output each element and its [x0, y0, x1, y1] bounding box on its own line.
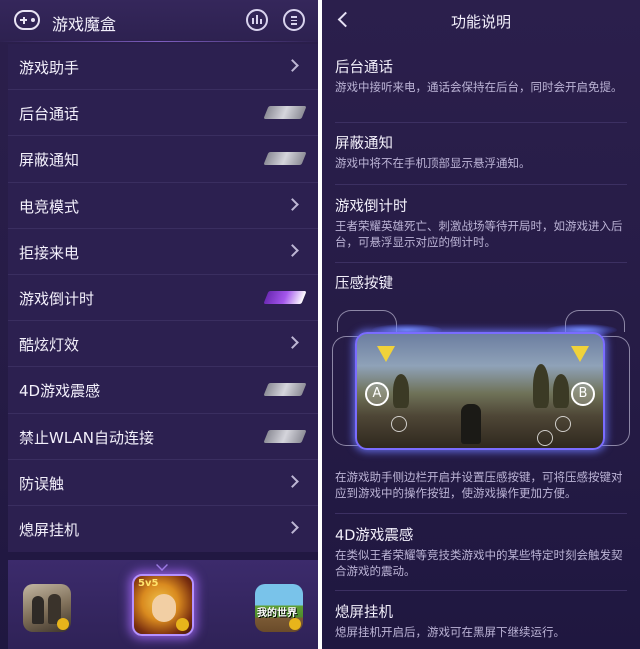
button-b-marker: B — [571, 382, 595, 406]
chevron-right-icon — [286, 336, 299, 349]
game-logo-text: 我的世界 — [257, 608, 297, 619]
section-description: 在类似王者荣耀等竞技类游戏中的某些特定时刻会触发契合游戏的震动。 — [335, 548, 623, 578]
menu-item-label: 防误触 — [19, 474, 65, 493]
chevron-right-icon — [286, 521, 299, 534]
game-dock: 5v5 我的世界 — [8, 560, 318, 649]
chevron-down-icon[interactable] — [153, 559, 173, 569]
document-icon[interactable] — [283, 9, 305, 31]
page-title: 游戏魔盒 — [52, 15, 117, 34]
soldier-figure — [461, 404, 481, 444]
chevron-right-icon — [286, 197, 299, 211]
section-screen-off-idle: 熄屏挂机 熄屏挂机开启后，游戏可在黑屏下继续运行。 — [335, 603, 627, 640]
section-description: 游戏中将不在手机顶部显示悬浮通知。 — [335, 156, 531, 170]
menu-item-block-notifications: 屏蔽通知 — [8, 136, 318, 183]
honor-of-kings-game-icon[interactable]: 5v5 — [132, 574, 194, 636]
menu-item-label: 游戏倒计时 — [19, 289, 95, 308]
section-description: 游戏中接听来电，通话会保持在后台，同时会开启免提。 — [335, 80, 623, 94]
section-title: 4D游戏震感 — [335, 528, 414, 544]
section-title: 压感按键 — [335, 276, 393, 292]
game-badge: 5v5 — [138, 578, 159, 589]
tree-shape — [553, 374, 569, 408]
menu-item-label: 拒接来电 — [19, 243, 80, 262]
section-background-call: 后台通话 游戏中接听来电，通话会保持在后台，同时会开启免提。 — [335, 58, 627, 95]
menu-item-esports-mode[interactable]: 电竞模式 — [8, 183, 318, 229]
divider — [335, 262, 627, 263]
block-notifications-toggle[interactable] — [263, 152, 307, 166]
section-title: 熄屏挂机 — [335, 605, 393, 621]
game-box-panel: 游戏魔盒 游戏助手 后台通话 屏蔽通知 电竞模式 拒接来电 游戏倒计时 酷炫灯效… — [0, 0, 318, 649]
feature-description-panel: 功能说明 后台通话 游戏中接听来电，通话会保持在后台，同时会开启免提。 屏蔽通知… — [322, 0, 640, 649]
feature-header: 功能说明 — [322, 0, 640, 42]
menu-item-label: 熄屏挂机 — [19, 520, 80, 539]
phone-screenshot: A B — [355, 332, 605, 450]
section-pressure-keys-desc: 在游戏助手侧边栏开启并设置压感按键，可将压感按键对应到游戏中的操作按钮，使游戏操… — [335, 468, 627, 501]
section-description: 熄屏挂机开启后，游戏可在黑屏下继续运行。 — [335, 625, 565, 639]
arrow-down-icon — [377, 346, 395, 362]
game-control-icon — [555, 416, 571, 432]
menu-item-label: 电竞模式 — [19, 197, 80, 216]
game-control-icon — [391, 416, 407, 432]
game-control-icon — [537, 430, 553, 446]
menu-item-label: 屏蔽通知 — [19, 151, 80, 170]
menu-item-disable-wlan-autoconnect: 禁止WLAN自动连接 — [8, 414, 318, 460]
section-title: 游戏倒计时 — [335, 199, 408, 215]
game-countdown-toggle[interactable] — [263, 290, 307, 304]
tree-shape — [393, 374, 409, 408]
divider — [335, 513, 627, 514]
divider — [335, 590, 627, 591]
menu-item-label: 4D游戏震感 — [19, 382, 101, 401]
game-box-menu: 游戏助手 后台通话 屏蔽通知 电竞模式 拒接来电 游戏倒计时 酷炫灯效 4D游戏… — [8, 44, 318, 553]
tree-shape — [533, 364, 549, 408]
section-pressure-keys-title: 压感按键 — [335, 274, 627, 294]
button-a-marker: A — [365, 382, 389, 406]
background-call-toggle[interactable] — [263, 106, 307, 120]
divider — [335, 184, 627, 185]
menu-item-game-assistant[interactable]: 游戏助手 — [8, 44, 318, 91]
menu-item-accidental-touch[interactable]: 防误触 — [8, 460, 318, 506]
disable-wlan-autoconnect-toggle[interactable] — [263, 429, 307, 443]
section-title: 后台通话 — [335, 60, 393, 76]
section-game-countdown: 游戏倒计时 王者荣耀英雄死亡、刺激战场等待开局时，如游戏进入后台，可悬浮显示对应… — [335, 197, 627, 250]
menu-item-label: 禁止WLAN自动连接 — [19, 428, 155, 447]
pubg-game-icon[interactable] — [23, 584, 71, 632]
menu-item-label: 游戏助手 — [19, 59, 80, 77]
menu-item-label: 后台通话 — [19, 105, 80, 124]
chevron-right-icon — [286, 59, 299, 72]
menu-item-game-countdown: 游戏倒计时 — [8, 275, 318, 322]
section-block-notifications: 屏蔽通知 游戏中将不在手机顶部显示悬浮通知。 — [335, 134, 627, 171]
arrow-down-icon — [571, 346, 589, 362]
divider — [335, 122, 627, 123]
chevron-right-icon — [286, 243, 299, 257]
menu-item-reject-calls[interactable]: 拒接来电 — [8, 229, 318, 275]
menu-item-label: 酷炫灯效 — [19, 336, 80, 355]
game-box-header: 游戏魔盒 — [0, 0, 318, 42]
4d-vibration-toggle[interactable] — [263, 383, 307, 397]
chevron-right-icon — [286, 474, 299, 488]
menu-item-screen-off-idle[interactable]: 熄屏挂机 — [8, 506, 318, 552]
menu-item-background-call: 后台通话 — [8, 90, 318, 137]
section-title: 屏蔽通知 — [335, 136, 393, 152]
pressure-keys-illustration: A B — [332, 306, 630, 466]
minecraft-game-icon[interactable]: 我的世界 — [255, 584, 303, 632]
page-title: 功能说明 — [450, 13, 511, 31]
menu-item-4d-vibration: 4D游戏震感 — [8, 367, 318, 414]
section-4d-vibration: 4D游戏震感 在类似王者荣耀等竞技类游戏中的某些特定时刻会触发契合游戏的震动。 — [335, 526, 627, 579]
gamepad-icon — [14, 10, 40, 30]
section-description: 在游戏助手侧边栏开启并设置压感按键，可将压感按键对应到游戏中的操作按钮，使游戏操… — [335, 470, 623, 500]
section-description: 王者荣耀英雄死亡、刺激战场等待开局时，如游戏进入后台，可悬浮显示对应的倒计时。 — [335, 219, 623, 249]
stats-icon[interactable] — [246, 9, 268, 31]
menu-item-lighting-effects[interactable]: 酷炫灯效 — [8, 321, 318, 368]
